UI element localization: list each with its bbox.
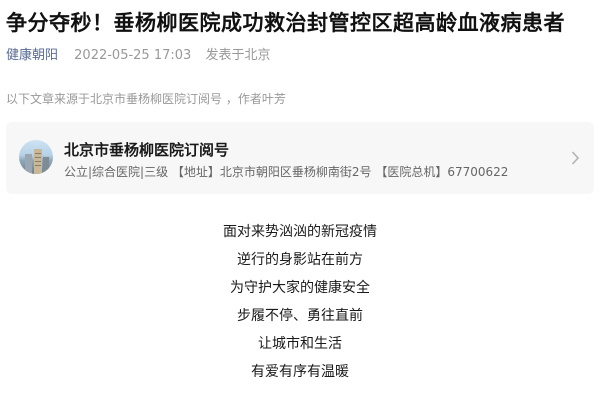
- body-line: 为守护大家的健康安全: [230, 280, 370, 296]
- publish-time: 2022-05-25 17:03: [74, 48, 192, 63]
- source-account-card[interactable]: 北京市垂杨柳医院订阅号 公立|综合医院|三级 【地址】北京市朝阳区垂杨柳南街2号…: [6, 122, 594, 194]
- body-line: 逆行的身影站在前方: [237, 252, 363, 268]
- body-line: 步履不停、勇往直前: [237, 308, 363, 324]
- source-account-name: 北京市垂杨柳医院订阅号: [64, 141, 230, 159]
- chevron-right-icon: [571, 151, 580, 165]
- body-line: 有爱有序有温暖: [251, 364, 349, 380]
- body-line: 让城市和生活: [258, 336, 342, 352]
- publish-location: 发表于北京: [205, 48, 271, 63]
- account-name-link[interactable]: 健康朝阳: [6, 48, 58, 63]
- source-note: 以下文章来源于北京市垂杨柳医院订阅号 ，作者叶芳: [6, 92, 286, 106]
- body-line: 面对来势汹汹的新冠疫情: [223, 224, 377, 240]
- article-title: 争分夺秒！垂杨柳医院成功救治封管控区超高龄血液病患者: [6, 11, 565, 35]
- article-meta: 健康朝阳 2022-05-25 17:03 发表于北京: [6, 44, 270, 63]
- source-account-description: 公立|综合医院|三级 【地址】北京市朝阳区垂杨柳南街2号 【医院总机】67700…: [64, 165, 509, 179]
- hospital-building-avatar: [19, 140, 53, 174]
